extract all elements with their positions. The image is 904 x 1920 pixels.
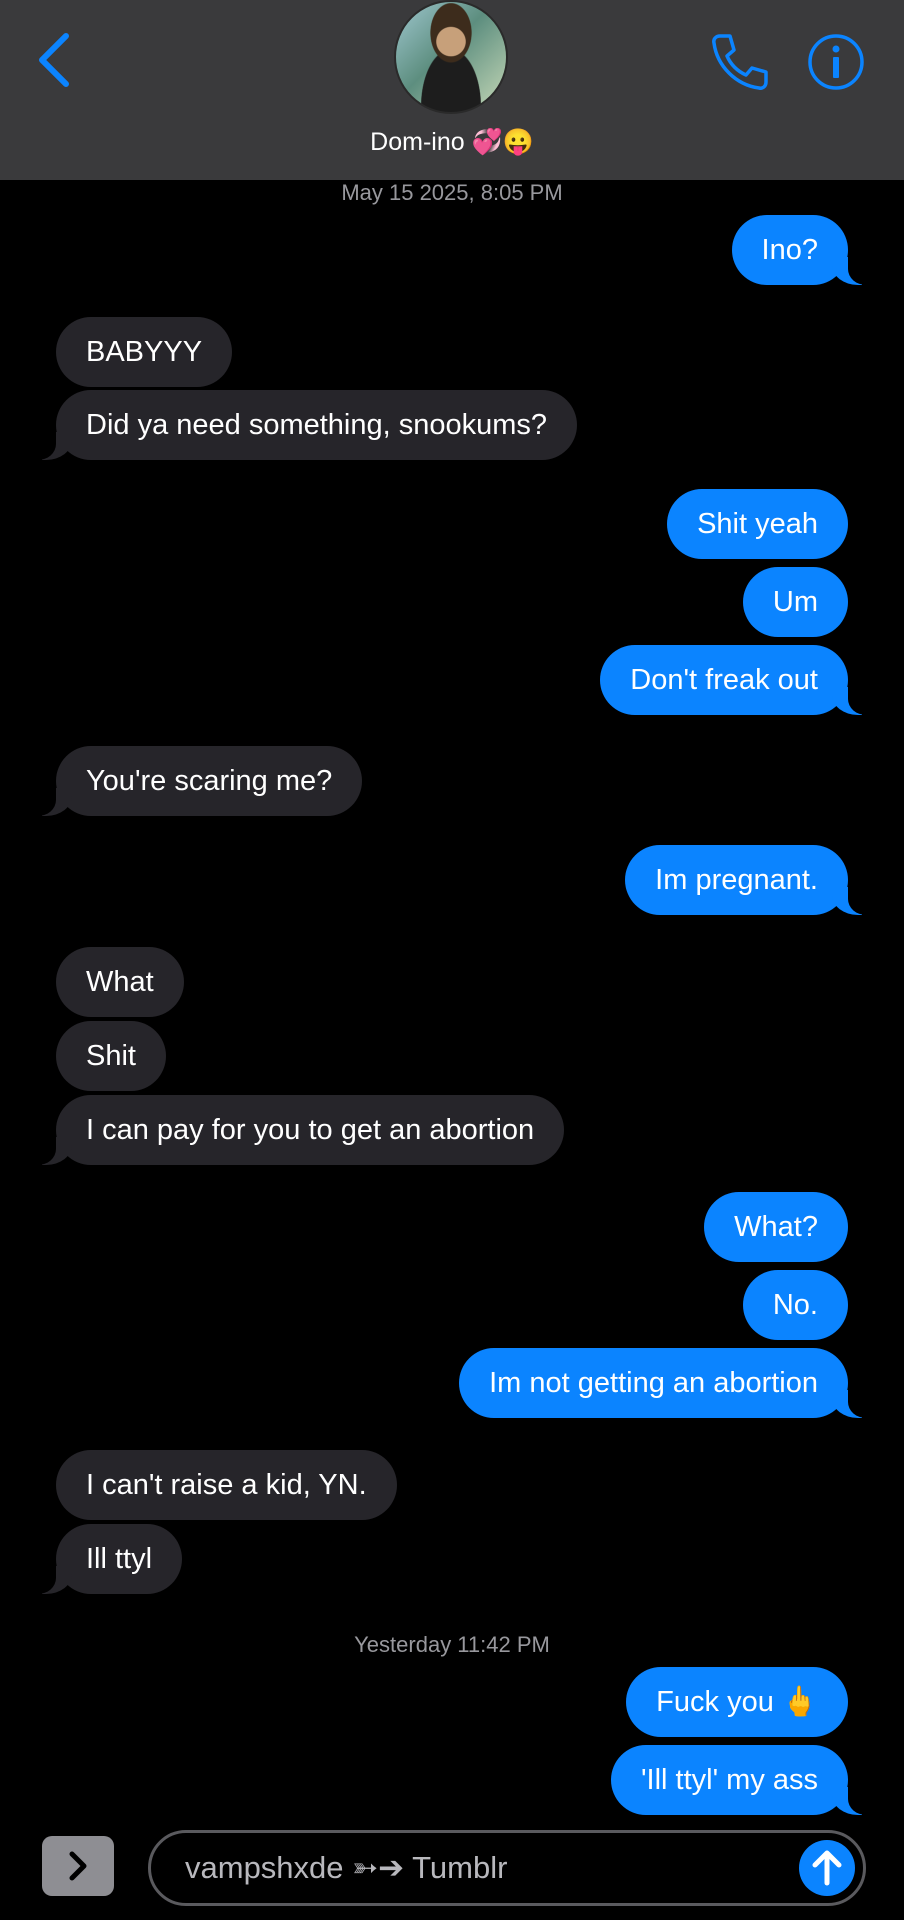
message-received[interactable]: I can't raise a kid, YN. <box>56 1450 397 1520</box>
message-input-text: vampshxde ➳➔ Tumblr <box>185 1850 508 1885</box>
message-received[interactable]: I can pay for you to get an abortion <box>25 1095 565 1165</box>
message-sent[interactable]: Fuck you 🖕 <box>626 1667 848 1737</box>
message-sent[interactable]: Shit yeah <box>667 489 848 559</box>
message-received[interactable]: Shit <box>56 1021 166 1091</box>
chevron-right-icon <box>69 1851 87 1881</box>
send-button[interactable] <box>799 1840 855 1896</box>
message-received[interactable]: Ill ttyl <box>25 1524 183 1594</box>
message-sent[interactable]: Im not getting an abortion <box>459 1348 878 1418</box>
compose-bar: vampshxde ➳➔ Tumblr <box>0 1820 904 1920</box>
avatar[interactable] <box>394 0 508 114</box>
back-chevron-icon[interactable] <box>34 32 74 88</box>
contact-name[interactable]: Dom-ino 💞😛 <box>0 128 904 157</box>
message-sent[interactable]: What? <box>704 1192 848 1262</box>
message-received[interactable]: Did ya need something, snookums? <box>25 390 578 460</box>
message-sent[interactable]: Im pregnant. <box>625 845 878 915</box>
message-sent[interactable]: Ino? <box>731 215 879 285</box>
info-icon[interactable] <box>806 32 866 92</box>
message-sent[interactable]: No. <box>742 1270 848 1340</box>
phone-icon[interactable] <box>706 30 770 94</box>
message-received[interactable]: You're scaring me? <box>25 746 363 816</box>
message-received[interactable]: BABYYY <box>56 317 233 387</box>
message-input[interactable]: vampshxde ➳➔ Tumblr <box>148 1830 866 1906</box>
conversation-header: Dom-ino 💞😛 <box>0 0 904 180</box>
apps-button[interactable] <box>42 1836 114 1896</box>
arrow-up-icon <box>812 1850 842 1886</box>
message-received[interactable]: What <box>56 947 184 1017</box>
message-sent[interactable]: Um <box>742 567 848 637</box>
message-sent[interactable]: Don't freak out <box>600 645 878 715</box>
timestamp: Yesterday 11:42 PM <box>354 1632 550 1657</box>
timestamp: May 15 2025, 8:05 PM <box>341 180 563 205</box>
message-sent[interactable]: 'Ill ttyl' my ass <box>610 1745 879 1815</box>
